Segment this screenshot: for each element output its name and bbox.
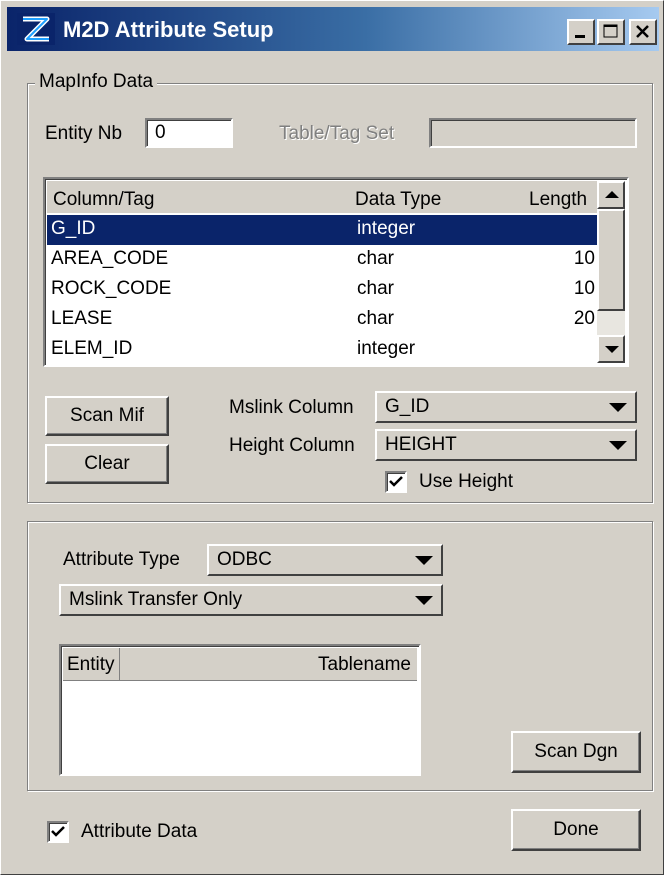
- scroll-down-button[interactable]: [597, 335, 625, 363]
- tablename-column-header[interactable]: Tablename: [318, 654, 411, 676]
- cell-type: char: [357, 278, 394, 299]
- scroll-thumb[interactable]: [597, 209, 625, 311]
- scan-mif-button[interactable]: Scan Mif: [45, 396, 169, 436]
- clear-button[interactable]: Clear: [45, 444, 169, 484]
- entity-nb-label: Entity Nb: [45, 123, 123, 144]
- column-header-length[interactable]: Length: [529, 189, 587, 211]
- table-row[interactable]: ROCK_CODE char 10: [47, 275, 599, 305]
- cell-length: 20: [573, 308, 595, 329]
- done-button[interactable]: Done: [511, 809, 641, 851]
- clear-label: Clear: [84, 453, 130, 474]
- height-column-dropdown[interactable]: HEIGHT: [375, 429, 637, 461]
- use-height-label: Use Height: [419, 471, 513, 492]
- entity-table-list[interactable]: Entity Tablename: [59, 644, 421, 776]
- cell-type: char: [357, 308, 394, 329]
- table-tag-input[interactable]: [429, 118, 637, 148]
- attribute-data-label: Attribute Data: [81, 821, 198, 842]
- scroll-down-icon: [605, 346, 619, 353]
- attribute-data-checkbox[interactable]: [47, 821, 69, 843]
- cell-type: integer: [357, 218, 416, 239]
- mslink-column-dropdown[interactable]: G_ID: [375, 391, 637, 423]
- attribute-type-value: ODBC: [217, 549, 272, 570]
- entity-column-header[interactable]: Entity: [67, 654, 117, 676]
- chevron-down-icon: [415, 596, 433, 605]
- scan-dgn-button[interactable]: Scan Dgn: [511, 731, 641, 773]
- entity-nb-value: 0: [155, 122, 166, 143]
- cell-name: G_ID: [51, 218, 96, 239]
- table-row[interactable]: AREA_CODE char 10: [47, 245, 599, 275]
- cell-name: AREA_CODE: [51, 248, 169, 269]
- minimize-button[interactable]: [567, 19, 595, 45]
- mslink-column-value: G_ID: [385, 396, 430, 417]
- entity-list-header: Entity Tablename: [63, 648, 417, 681]
- table-tag-label: Table/Tag Set: [279, 123, 395, 144]
- table-row[interactable]: ELEM_ID integer: [47, 335, 599, 365]
- table-row[interactable]: G_ID integer: [47, 215, 599, 245]
- cell-type: char: [357, 248, 394, 269]
- maximize-icon: [603, 24, 618, 38]
- app-logo-icon: [17, 13, 55, 45]
- chevron-down-icon: [609, 441, 627, 450]
- checkmark-icon: [51, 826, 65, 837]
- scroll-up-button[interactable]: [597, 181, 625, 209]
- column-header-tag[interactable]: Column/Tag: [53, 189, 154, 211]
- attribute-type-label: Attribute Type: [63, 549, 180, 570]
- checkmark-icon: [389, 476, 403, 487]
- chevron-down-icon: [609, 403, 627, 412]
- cell-name: ELEM_ID: [51, 338, 133, 359]
- list-header: Column/Tag Data Type Length: [47, 181, 597, 213]
- done-label: Done: [553, 819, 599, 840]
- transfer-mode-dropdown[interactable]: Mslink Transfer Only: [59, 584, 443, 616]
- attribute-type-dropdown[interactable]: ODBC: [207, 544, 443, 576]
- cell-length: 10: [573, 248, 595, 269]
- minimize-icon: [575, 35, 585, 38]
- list-scrollbar[interactable]: [597, 181, 625, 363]
- cell-type: integer: [357, 338, 416, 359]
- cell-name: ROCK_CODE: [51, 278, 172, 299]
- mapinfo-data-legend: MapInfo Data: [35, 71, 158, 93]
- dialog-window: M2D Attribute Setup MapInfo Data Entity …: [0, 0, 664, 875]
- close-icon: [636, 25, 649, 38]
- title-bar[interactable]: M2D Attribute Setup: [7, 7, 659, 51]
- transfer-mode-value: Mslink Transfer Only: [69, 589, 243, 610]
- table-row[interactable]: LEASE char 20: [47, 305, 599, 335]
- height-column-label: Height Column: [229, 435, 355, 456]
- scroll-up-icon: [605, 191, 619, 198]
- height-column-value: HEIGHT: [385, 434, 457, 455]
- scan-mif-label: Scan Mif: [70, 405, 144, 426]
- window-title: M2D Attribute Setup: [63, 17, 274, 42]
- entity-nb-input[interactable]: 0: [145, 118, 233, 148]
- use-height-checkbox[interactable]: [385, 471, 407, 493]
- column-divider[interactable]: [119, 648, 120, 680]
- mslink-column-label: Mslink Column: [229, 397, 354, 418]
- column-header-type[interactable]: Data Type: [355, 189, 441, 211]
- maximize-button[interactable]: [597, 19, 625, 45]
- scan-dgn-label: Scan Dgn: [534, 741, 618, 762]
- chevron-down-icon: [415, 556, 433, 565]
- cell-length: 10: [573, 278, 595, 299]
- cell-name: LEASE: [51, 308, 113, 329]
- column-list[interactable]: Column/Tag Data Type Length G_ID integer…: [43, 177, 629, 367]
- close-button[interactable]: [629, 19, 657, 45]
